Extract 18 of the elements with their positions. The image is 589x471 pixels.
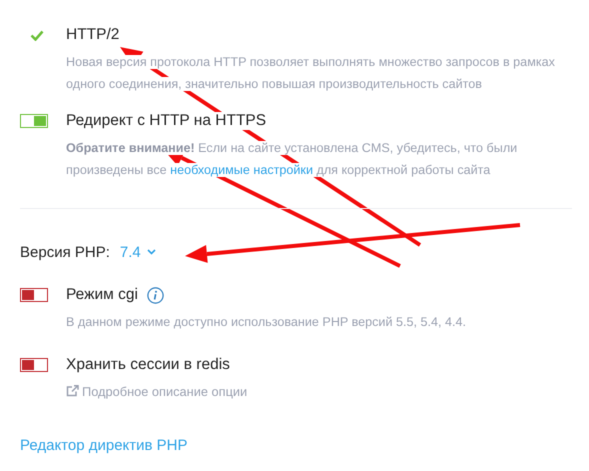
setting-description: В данном режиме доступно использование PHP версий 5.5, 5.4, 4.4.	[66, 314, 468, 331]
setting-description: Обратите внимание! Если на сайте установлена CMS, убедитесь, что были произведены все необходимые настройки для корректной работы сайта	[66, 140, 518, 179]
php-version-label: Версия PHP:	[20, 244, 110, 260]
toggle-switch[interactable]	[20, 114, 48, 128]
details-link[interactable]: Подробное описание опции	[82, 384, 248, 398]
chevron-down-icon	[146, 249, 156, 255]
info-icon[interactable]	[146, 286, 164, 304]
setting-title: Редирект с HTTP на HTTPS	[66, 112, 266, 130]
toggle-switch[interactable]	[20, 358, 48, 372]
setting-description: Новая версия протокола HTTP позволяет выполнять множество запросов в рамках одного соединения, значительно повышая производительность сайтов	[66, 54, 556, 93]
php-version-dropdown[interactable]: 7.4	[120, 244, 156, 260]
check-icon	[30, 30, 44, 40]
external-link-icon	[66, 385, 79, 397]
setting-title: Хранить сессии в redis	[66, 356, 230, 374]
settings-link[interactable]: необходимые настройки	[170, 162, 313, 176]
toggle-switch[interactable]	[20, 288, 48, 302]
setting-title: Режим cgi	[66, 286, 138, 304]
php-editor-link[interactable]: Редактор директив PHP	[20, 436, 188, 454]
